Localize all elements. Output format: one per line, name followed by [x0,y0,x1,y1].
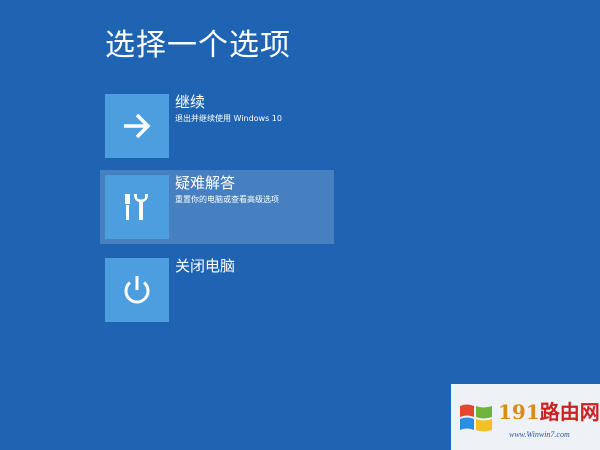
option-continue-title: 继续 [175,93,206,111]
option-turn-off-title: 关闭电脑 [175,257,236,275]
page-title: 选择一个选项 [105,28,291,63]
option-troubleshoot[interactable]: 疑难解答 重置你的电脑或查看高级选项 [100,170,334,244]
watermark-brand-text: 路由网 [539,400,600,424]
tools-icon [125,194,148,220]
watermark-brand-number: 191 [498,400,540,424]
option-turn-off[interactable]: 关闭电脑 [100,257,334,332]
power-icon [124,276,150,304]
option-continue-description: 退出并继续使用 Windows 10 [175,114,282,123]
watermark-brand: 191路由网 [498,396,600,425]
windows-logo-icon [460,404,492,432]
option-troubleshoot-description: 重置你的电脑或查看高级选项 [175,195,279,204]
watermark: 191路由网 www.Winwin7.com [451,384,600,450]
option-troubleshoot-title: 疑难解答 [175,174,236,192]
option-continue[interactable]: 继续 退出并继续使用 Windows 10 [100,93,334,168]
arrow-right-icon [124,113,151,139]
watermark-url: www.Winwin7.com [509,430,570,439]
troubleshoot-tile[interactable] [105,175,169,239]
continue-tile[interactable] [105,94,169,158]
turn-off-tile[interactable] [105,258,169,322]
